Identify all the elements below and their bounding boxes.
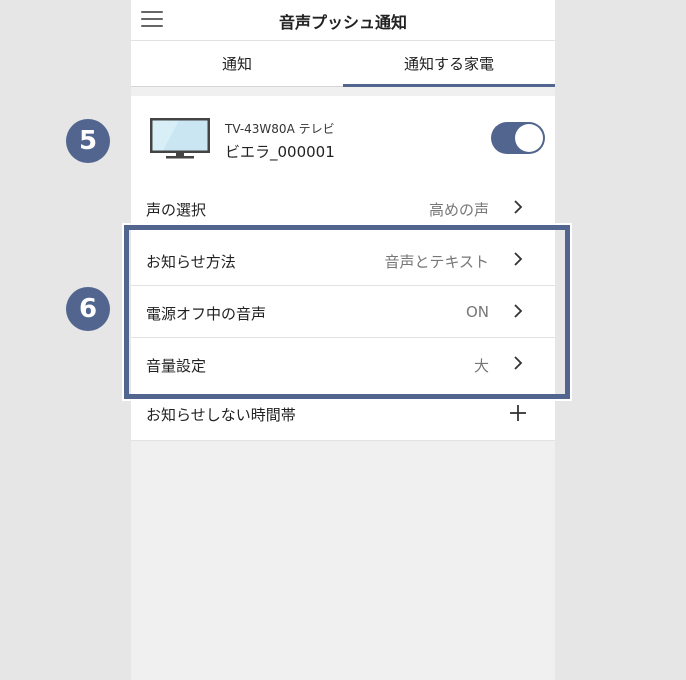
settings-row-volume[interactable]: 音量設定 大 — [131, 338, 555, 390]
chevron-right-icon — [514, 356, 523, 370]
page-title: 音声プッシュ通知 — [278, 13, 407, 32]
row-value: 音声とテキスト — [384, 253, 489, 271]
tab-notify-appliances[interactable]: 通知する家電 — [343, 41, 555, 87]
settings-row-power-off-voice[interactable]: 電源オフ中の音声 ON — [131, 286, 555, 338]
chevron-right-icon — [514, 252, 523, 266]
callout-badge-6: 6 — [66, 287, 110, 331]
device-model: TV-43W80A テレビ — [225, 122, 335, 136]
phone-screen: 音声プッシュ通知 通知 通知する家電 TV-43W80A テレビ ビエラ_000… — [131, 0, 555, 680]
settings-row-quiet-hours[interactable]: お知らせしない時間帯 — [131, 388, 555, 441]
row-value: ON — [465, 303, 489, 321]
settings-row-notify-method[interactable]: お知らせ方法 音声とテキスト — [131, 234, 555, 286]
chevron-right-icon — [514, 304, 523, 318]
device-name: ビエラ_000001 — [225, 143, 335, 161]
row-label: お知らせ方法 — [146, 253, 236, 271]
settings-row-voice[interactable]: 声の選択 高めの声 — [131, 182, 555, 234]
row-value: 大 — [473, 357, 489, 375]
device-enable-toggle[interactable] — [491, 122, 545, 154]
row-label: お知らせしない時間帯 — [146, 406, 296, 424]
tab-bar: 通知 通知する家電 — [131, 41, 555, 87]
plus-icon[interactable] — [509, 404, 527, 422]
row-label: 声の選択 — [146, 201, 207, 219]
chevron-right-icon — [514, 200, 523, 214]
row-label: 音量設定 — [146, 357, 207, 375]
row-value: 高めの声 — [428, 201, 489, 219]
callout-badge-5: 5 — [66, 119, 110, 163]
toggle-knob — [515, 124, 543, 152]
tab-notifications[interactable]: 通知 — [131, 41, 343, 87]
app-header: 音声プッシュ通知 — [131, 0, 555, 41]
tv-icon — [150, 118, 210, 159]
row-label: 電源オフ中の音声 — [146, 305, 267, 323]
device-card: TV-43W80A テレビ ビエラ_000001 — [131, 96, 555, 183]
